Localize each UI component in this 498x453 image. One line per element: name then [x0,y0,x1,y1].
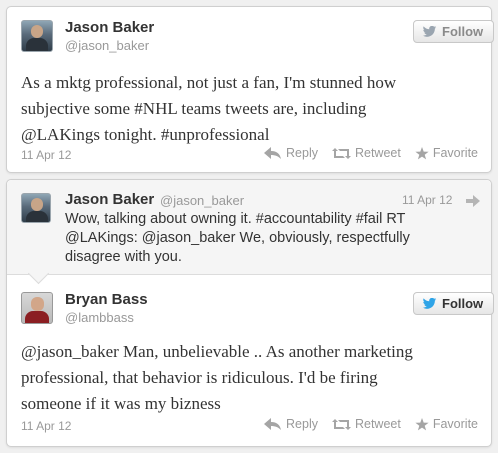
retweet-button[interactable]: Retweet [331,146,401,160]
bird-icon [422,26,437,37]
tweet-text-line: subjective some #NHL teams tweets are, i… [21,99,367,118]
author-name[interactable]: Jason Baker [65,19,154,36]
open-detail-icon[interactable] [466,195,480,207]
avatar[interactable] [21,193,51,223]
tweet-actions: Reply Retweet Favorite [264,417,478,431]
reply-label: Reply [286,417,318,431]
retweet-label: Retweet [354,417,401,431]
reply-button[interactable]: Reply [264,417,318,431]
quoted-tweet-text: Wow, talking about owning it. #accountab… [65,210,410,267]
quoted-tweet-text-line: Wow, talking about owning it. #accountab… [65,211,406,227]
tweet-text: @jason_baker Man, unbelievable .. As ano… [21,339,413,417]
author-handle[interactable]: @jason_baker [65,38,149,53]
tweet-card-bryan: Jason Baker @jason_baker 11 Apr 12 Wow, … [6,179,495,447]
tweet-text-line: As a mktg professional, not just a fan, … [21,73,397,92]
quoted-tweet-text-line: @LAKings: @jason_baker We, obviously, re… [65,230,410,246]
tweet-date[interactable]: 11 Apr 12 [21,148,71,162]
tweet-text-line: @LAKings tonight. #unprofessional [21,125,270,144]
tweet-card-jason: Jason Baker @jason_baker Follow As a mkt… [6,6,495,173]
quoted-tweet-text-line: disagree with you. [65,249,182,265]
follow-button[interactable]: Follow [413,292,495,315]
reply-button[interactable]: Reply [264,146,318,160]
tweet-actions: Reply Retweet Favorite [264,146,478,160]
reply-label: Reply [286,146,318,160]
favorite-button[interactable]: Favorite [415,417,478,431]
quoted-author-handle[interactable]: @jason_baker [160,193,244,208]
quoted-author-name[interactable]: Jason Baker [65,191,154,208]
avatar[interactable] [21,20,53,52]
reply-icon [264,147,282,159]
retweet-label: Retweet [354,146,401,160]
tweet-text-line: @jason_baker Man, unbelievable .. As ano… [21,342,413,361]
tweet-text: As a mktg professional, not just a fan, … [21,70,396,148]
avatar[interactable] [21,292,53,324]
follow-label: Follow [442,24,484,39]
retweet-icon [331,147,351,159]
follow-label: Follow [442,296,484,311]
tweet-text-line: professional, that behavior is ridiculou… [21,368,378,387]
follow-button[interactable]: Follow [413,20,495,43]
bird-icon [422,298,437,309]
reply-icon [264,418,282,430]
author-name[interactable]: Bryan Bass [65,291,148,308]
favorite-label: Favorite [432,146,478,160]
favorite-button[interactable]: Favorite [415,146,478,160]
author-handle[interactable]: @lambbass [65,310,134,325]
tweet-date[interactable]: 11 Apr 12 [21,419,71,433]
quoted-tweet-date[interactable]: 11 Apr 12 [402,193,452,207]
favorite-label: Favorite [432,417,478,431]
retweet-button[interactable]: Retweet [331,417,401,431]
star-icon [415,417,429,430]
star-icon [415,146,429,159]
tweet-text-line: someone if it was my bizness [21,394,221,413]
retweet-icon [331,418,351,430]
